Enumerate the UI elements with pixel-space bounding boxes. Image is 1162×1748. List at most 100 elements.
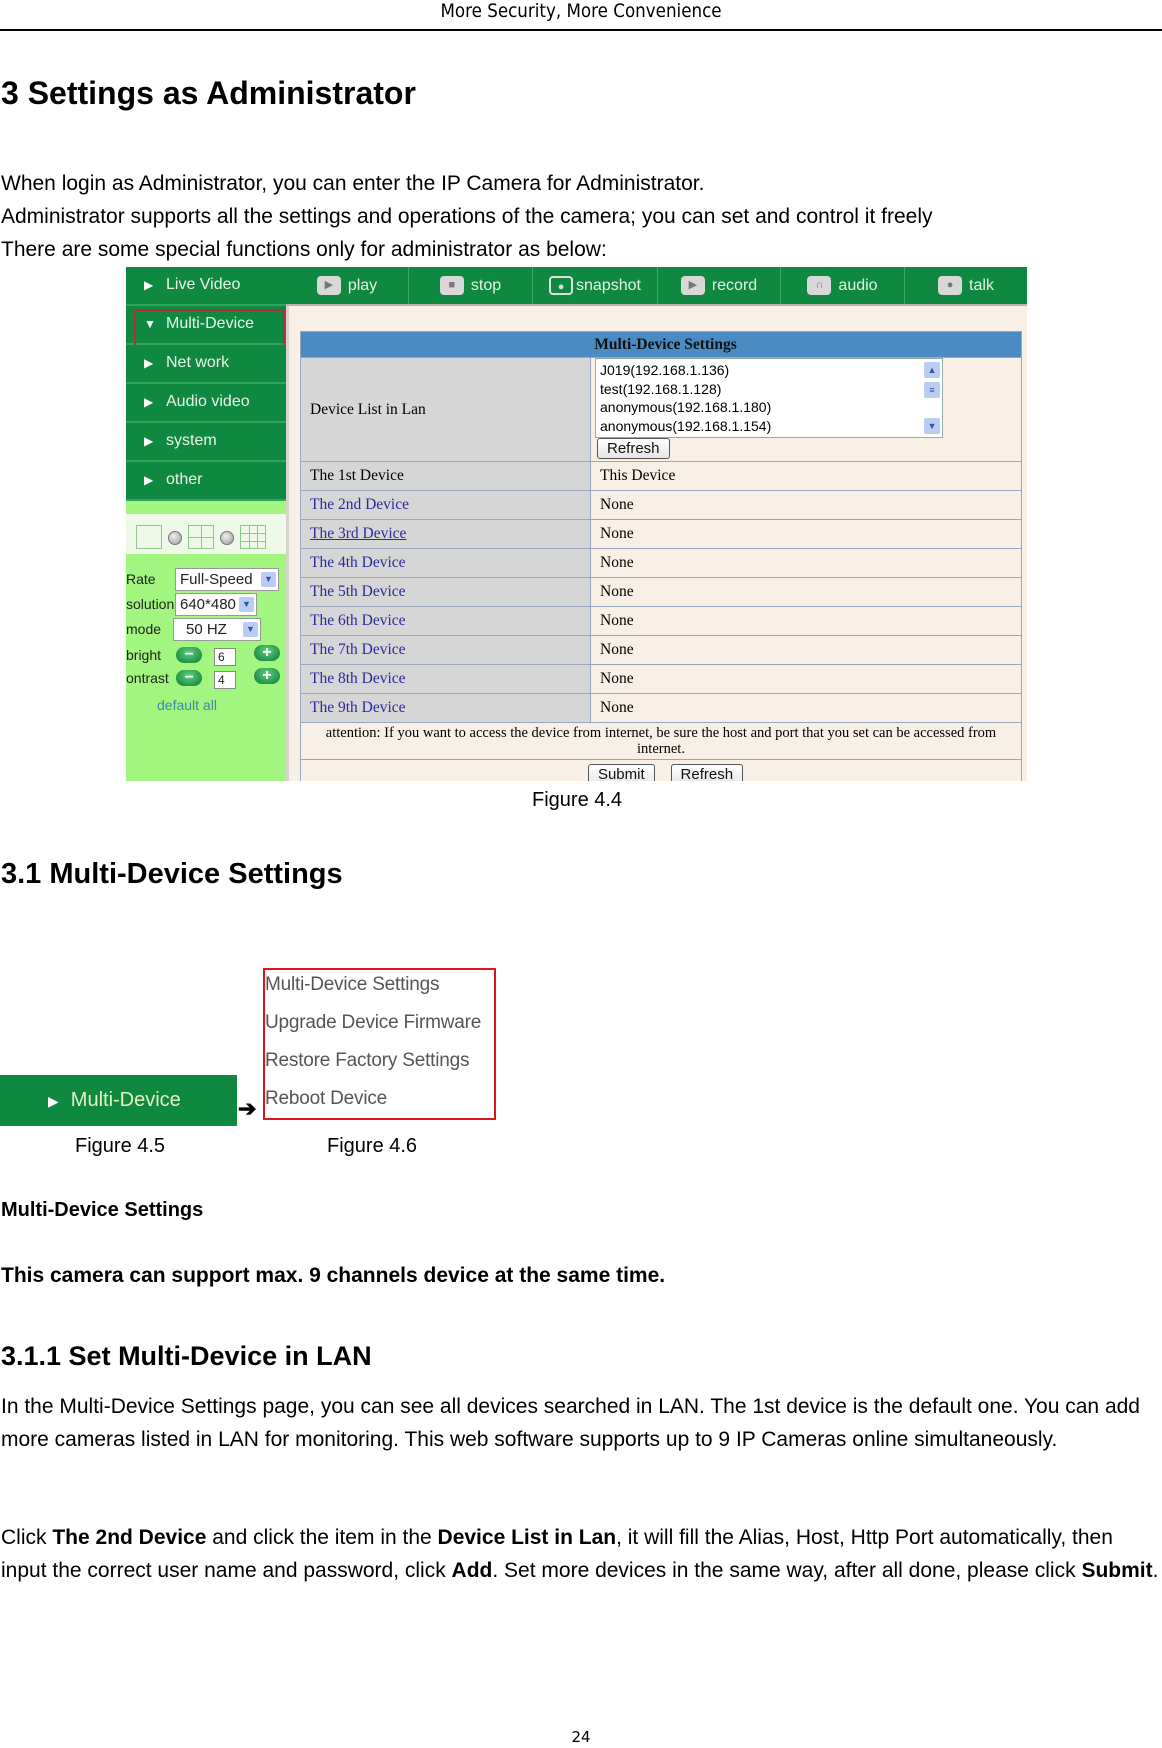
contrast-minus-button[interactable]: −	[176, 670, 202, 686]
play-triangle-icon: ▶	[144, 434, 154, 448]
toolbar-label: snapshot	[576, 277, 641, 294]
menu-item-multi-device-settings[interactable]: Multi-Device Settings	[265, 974, 439, 996]
play-triangle-icon: ▶	[48, 1093, 59, 1109]
device-row: The 9th Device None	[300, 693, 1022, 723]
text-run: Click	[1, 1526, 53, 1549]
figure-4-5-multi-device-button[interactable]: ▶ Multi-Device	[0, 1075, 237, 1126]
radio-icon[interactable]	[168, 531, 182, 545]
intro-line: Administrator supports all the settings …	[1, 205, 933, 228]
device-link[interactable]: The 3rd Device	[300, 519, 591, 549]
nav-item-system[interactable]: ▶ system	[126, 423, 286, 462]
button-row: Submit Refresh	[300, 759, 1022, 781]
device-value: None	[590, 577, 1022, 607]
menu-item-upgrade-firmware[interactable]: Upgrade Device Firmware	[265, 1012, 481, 1034]
bold-run: Add	[451, 1559, 493, 1582]
camera-toolbar: ▶ play ■ stop ● snapshot ▶ record ∩ audio ● ta…	[286, 267, 1027, 306]
device-link[interactable]: The 9th Device	[300, 693, 591, 723]
lan-device-option[interactable]: anonymous(192.168.1.180)	[600, 398, 938, 417]
text-run: . Set more devices in the same way, afte…	[492, 1559, 1082, 1582]
lan-label: Device List in Lan	[300, 357, 591, 462]
contrast-label: ontrast	[126, 670, 169, 686]
play-triangle-icon: ▶	[144, 395, 154, 409]
video-camera-icon: ▶	[680, 276, 705, 295]
subsubsection-title: 3.1.1 Set Multi-Device in LAN	[1, 1341, 372, 1371]
minus-icon: −	[184, 669, 194, 686]
device-value: This Device	[590, 461, 1022, 491]
nav-item-audio-video[interactable]: ▶ Audio video	[126, 384, 286, 423]
figure-4-6-menu: Multi-Device Settings Upgrade Device Fir…	[263, 968, 496, 1120]
paragraph-2: Click The 2nd Device and click the item …	[1, 1521, 1162, 1587]
device-link[interactable]: The 5th Device	[300, 577, 591, 607]
record-button[interactable]: ▶ record	[658, 267, 781, 304]
rate-label: Rate	[126, 571, 156, 587]
default-all-link[interactable]: default all	[157, 697, 217, 713]
toolbar-label: stop	[470, 277, 502, 294]
nav-label: Audio video	[166, 393, 250, 410]
nav-item-multi-device[interactable]: ▼ Multi-Device	[126, 306, 286, 347]
menu-item-restore-factory[interactable]: Restore Factory Settings	[265, 1050, 469, 1072]
text-run: .	[1152, 1559, 1159, 1582]
device-link[interactable]: The 8th Device	[300, 664, 591, 694]
mode-select[interactable]: 50 HZ ▼	[173, 618, 261, 641]
down-triangle-icon: ▼	[144, 317, 156, 331]
stop-icon: ■	[439, 276, 464, 295]
radio-icon[interactable]	[220, 531, 234, 545]
device-row: The 1st Device This Device	[300, 461, 1022, 491]
stop-button[interactable]: ■ stop	[409, 267, 533, 304]
multi-device-settings-table: Multi-Device Settings Device List in Lan…	[300, 331, 1022, 781]
arrow-right-icon: ➔	[238, 1096, 257, 1121]
lan-device-option[interactable]: anonymous(192.168.1.154)	[600, 417, 938, 436]
device-link[interactable]: The 2nd Device	[300, 490, 591, 520]
nav-item-network[interactable]: ▶ Net work	[126, 345, 286, 384]
bold-run: Device List in Lan	[437, 1526, 617, 1549]
play-triangle-icon: ▶	[144, 356, 154, 370]
device-link[interactable]: The 4th Device	[300, 548, 591, 578]
snapshot-button[interactable]: ● snapshot	[533, 267, 658, 304]
refresh-button[interactable]: Refresh	[670, 764, 744, 781]
scrollbar[interactable]: ▲ ≡ ▼	[924, 362, 940, 434]
microphone-icon: ●	[938, 276, 963, 295]
bold-run: Submit	[1081, 1559, 1153, 1582]
lan-device-option[interactable]: J019(192.168.1.136)	[600, 361, 938, 380]
device-list-in-lan[interactable]: J019(192.168.1.136) test(192.168.1.128) …	[595, 358, 943, 438]
figure-4-6-caption: Figure 4.6	[327, 1135, 418, 1157]
resolution-select[interactable]: 640*480 ▼	[175, 593, 257, 616]
lan-refresh-button[interactable]: Refresh	[597, 438, 670, 459]
scroll-thumb[interactable]: ≡	[924, 382, 940, 398]
menu-item-reboot-device[interactable]: Reboot Device	[265, 1088, 387, 1110]
bright-value[interactable]: 6	[214, 648, 236, 666]
nine-view-icon[interactable]	[240, 525, 266, 549]
headphones-icon: ∩	[807, 276, 832, 295]
contrast-plus-button[interactable]: +	[254, 668, 280, 684]
subsection-title: 3.1 Multi-Device Settings	[1, 858, 343, 890]
toolbar-label: talk	[969, 277, 994, 294]
running-header: More Security, More Convenience	[440, 0, 722, 22]
device-link[interactable]: The 7th Device	[300, 635, 591, 665]
single-view-icon[interactable]	[136, 525, 162, 549]
bright-minus-button[interactable]: −	[176, 647, 202, 663]
text-run: and click the item in the	[206, 1526, 438, 1549]
intro-line: When login as Administrator, you can ent…	[1, 172, 705, 195]
submit-button[interactable]: Submit	[587, 764, 655, 781]
plus-icon: +	[262, 667, 272, 684]
device-link[interactable]: The 6th Device	[300, 606, 591, 636]
bright-plus-button[interactable]: +	[254, 645, 280, 661]
device-row: The 2nd Device None	[300, 490, 1022, 520]
scroll-up-icon[interactable]: ▲	[924, 362, 940, 378]
talk-button[interactable]: ● talk	[905, 267, 1027, 304]
toolbar-label: play	[347, 277, 378, 294]
lan-device-option[interactable]: test(192.168.1.128)	[600, 380, 938, 399]
play-button[interactable]: ▶ play	[286, 267, 409, 304]
minus-icon: −	[184, 646, 194, 663]
device-value: None	[590, 519, 1022, 549]
quad-view-icon[interactable]	[188, 525, 214, 549]
nav-item-live-video[interactable]: ▶ Live Video	[126, 267, 286, 306]
nav-item-other[interactable]: ▶ other	[126, 462, 286, 501]
scroll-down-icon[interactable]: ▼	[924, 418, 940, 434]
rate-select[interactable]: Full-Speed ▼	[175, 568, 279, 591]
intro-line: There are some special functions only fo…	[1, 238, 607, 261]
audio-button[interactable]: ∩ audio	[781, 267, 905, 304]
chevron-down-icon: ▼	[243, 622, 258, 637]
contrast-value[interactable]: 4	[214, 671, 236, 689]
table-title-row: Multi-Device Settings	[300, 331, 1022, 358]
